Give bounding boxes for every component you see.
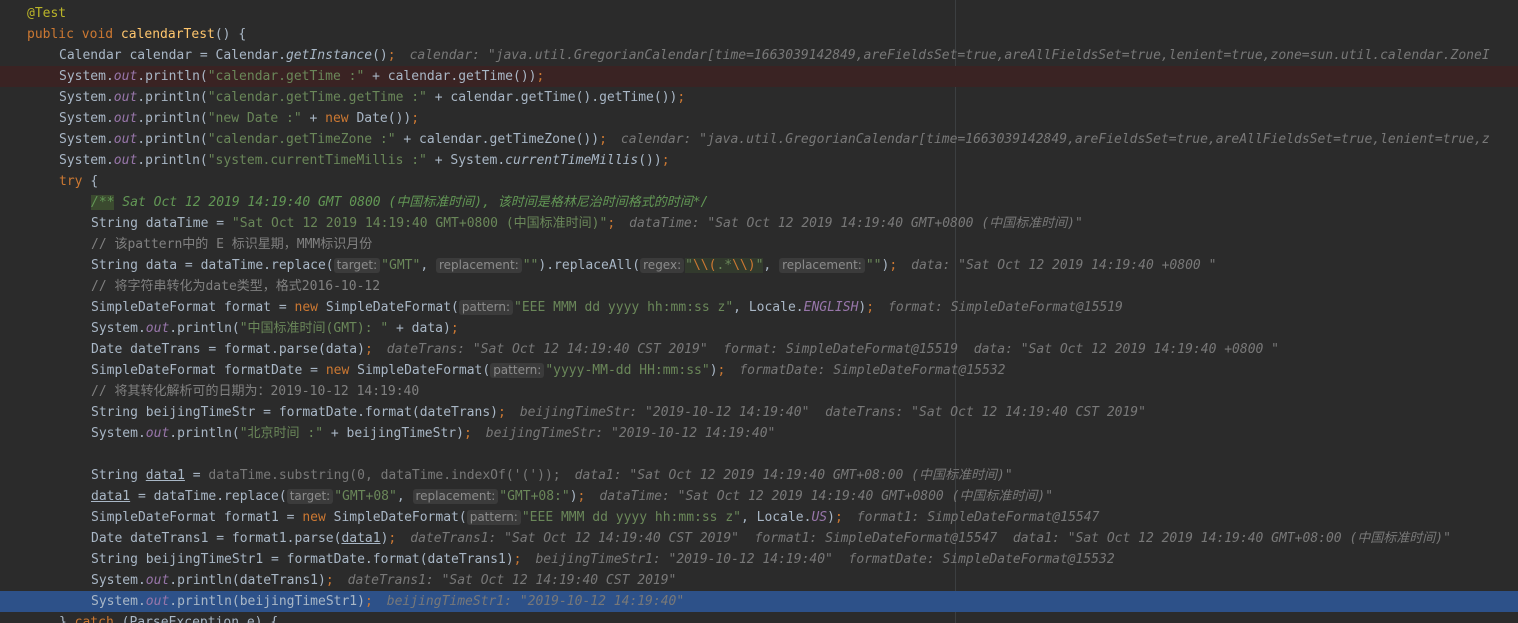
code-line[interactable]: try { bbox=[0, 171, 1518, 192]
param-hint: replacement: bbox=[779, 258, 865, 273]
code-text: System.out.println("system.currentTimeMi… bbox=[59, 153, 670, 168]
line-comment: // 该pattern中的 E 标识星期，MMM标识月份 bbox=[91, 237, 373, 252]
code-line[interactable]: System.out.println("calendar.getTimeZone… bbox=[0, 129, 1518, 150]
code-text: data1 = dataTime.replace(target: "GMT+08"… bbox=[91, 489, 1054, 504]
code-text: String beijingTimeStr = formatDate.forma… bbox=[91, 405, 1146, 420]
inline-debug-value: dateTrans: "Sat Oct 12 14:19:40 CST 2019… bbox=[386, 342, 1280, 357]
inline-debug-value: beijingTimeStr1: "2019-10-12 14:19:40" f… bbox=[535, 552, 1115, 567]
code-line[interactable]: String data1 = dataTime.substring(0, dat… bbox=[0, 465, 1518, 486]
param-hint: pattern: bbox=[466, 510, 521, 525]
code-text: System.out.println("中国标准时间(GMT): " + dat… bbox=[91, 321, 459, 336]
code-line[interactable]: SimpleDateFormat format1 = new SimpleDat… bbox=[0, 507, 1518, 528]
inline-debug-value: formatDate: SimpleDateFormat@15532 bbox=[739, 363, 1006, 378]
param-hint: replacement: bbox=[435, 258, 522, 273]
code-line[interactable]: String data = dataTime.replace(target: "G… bbox=[0, 255, 1518, 276]
code-line[interactable]: SimpleDateFormat formatDate = new Simple… bbox=[0, 360, 1518, 381]
code-text: String dataTime = "Sat Oct 12 2019 14:19… bbox=[91, 216, 1083, 231]
code-text: System.out.println("new Date :" + new Da… bbox=[59, 111, 420, 126]
inline-debug-value: dateTrans1: "Sat Oct 12 14:19:40 CST 201… bbox=[347, 573, 677, 588]
inline-debug-value: data1: "Sat Oct 12 2019 14:19:40 GMT+08:… bbox=[574, 468, 1013, 483]
inline-debug-value: calendar: "java.util.GregorianCalendar[t… bbox=[409, 48, 1490, 63]
code-text: Calendar calendar = Calendar.getInstance… bbox=[59, 48, 1490, 63]
inline-debug-value: dataTime: "Sat Oct 12 2019 14:19:40 GMT+… bbox=[599, 489, 1054, 504]
param-hint: replacement: bbox=[412, 489, 499, 504]
inline-debug-value: beijingTimeStr: "2019-10-12 14:19:40" bbox=[485, 426, 776, 441]
inline-debug-value: format1: SimpleDateFormat@15547 bbox=[856, 510, 1100, 525]
code-line[interactable]: @Test bbox=[0, 3, 1518, 24]
code-text: System.out.println("calendar.getTimeZone… bbox=[59, 132, 1490, 147]
inline-debug-value: calendar: "java.util.GregorianCalendar[t… bbox=[620, 132, 1490, 147]
code-line[interactable]: // 将其转化解析可的日期为：2019-10-12 14:19:40 bbox=[0, 381, 1518, 402]
code-text: System.out.println(dateTrans1); dateTrans… bbox=[91, 573, 677, 588]
code-line[interactable]: System.out.println("calendar.getTime.get… bbox=[0, 87, 1518, 108]
inline-debug-value: format: SimpleDateFormat@15519 bbox=[888, 300, 1123, 315]
code-line[interactable]: System.out.println("new Date :" + new Da… bbox=[0, 108, 1518, 129]
code-line[interactable]: /** Sat Oct 12 2019 14:19:40 GMT 0800 (中… bbox=[0, 192, 1518, 213]
code-line[interactable]: SimpleDateFormat format = new SimpleDate… bbox=[0, 297, 1518, 318]
code-line[interactable]: System.out.println("北京时间 :" + beijingTim… bbox=[0, 423, 1518, 444]
code-line[interactable]: // 将字符串转化为date类型，格式2016-10-12 bbox=[0, 276, 1518, 297]
code-line[interactable]: Date dateTrans1 = format1.parse(data1); d… bbox=[0, 528, 1518, 549]
code-editor[interactable]: @Test public void calendarTest() { Calen… bbox=[0, 0, 1518, 623]
param-hint: target: bbox=[286, 489, 334, 504]
code-line[interactable]: String dataTime = "Sat Oct 12 2019 14:19… bbox=[0, 213, 1518, 234]
inline-debug-value: beijingTimeStr: "2019-10-12 14:19:40" da… bbox=[519, 405, 1146, 420]
code-text: SimpleDateFormat formatDate = new Simple… bbox=[91, 363, 1006, 378]
line-comment: // 将其转化解析可的日期为：2019-10-12 14:19:40 bbox=[91, 384, 420, 399]
code-line[interactable]: public void calendarTest() { bbox=[0, 24, 1518, 45]
code-line[interactable]: Calendar calendar = Calendar.getInstance… bbox=[0, 45, 1518, 66]
code-text: String data1 = dataTime.substring(0, dat… bbox=[91, 468, 1013, 483]
code-line[interactable]: Date dateTrans = format.parse(data); date… bbox=[0, 339, 1518, 360]
code-line[interactable]: } catch (ParseException e) { bbox=[0, 612, 1518, 623]
code-text: System.out.println("calendar.getTime :" … bbox=[59, 69, 545, 84]
code-text: try { bbox=[59, 174, 99, 189]
code-line[interactable]: System.out.println("中国标准时间(GMT): " + dat… bbox=[0, 318, 1518, 339]
param-hint: regex: bbox=[640, 258, 685, 273]
code-text: public void calendarTest() { bbox=[27, 27, 247, 42]
code-text: Date dateTrans = format.parse(data); date… bbox=[91, 342, 1280, 357]
param-hint: pattern: bbox=[458, 300, 514, 315]
code-line[interactable]: data1 = dataTime.replace(target: "GMT+08"… bbox=[0, 486, 1518, 507]
annotation: @Test bbox=[27, 6, 67, 21]
inline-debug-value: data: "Sat Oct 12 2019 14:19:40 +0800 " bbox=[911, 258, 1217, 273]
code-line[interactable]: // 该pattern中的 E 标识星期，MMM标识月份 bbox=[0, 234, 1518, 255]
code-text: Date dateTrans1 = format1.parse(data1); d… bbox=[91, 531, 1451, 546]
doc-comment: /** Sat Oct 12 2019 14:19:40 GMT 0800 (中… bbox=[91, 195, 709, 210]
code-line[interactable]: String beijingTimeStr = formatDate.forma… bbox=[0, 402, 1518, 423]
code-line[interactable]: System.out.println("system.currentTimeMi… bbox=[0, 150, 1518, 171]
param-hint: pattern: bbox=[490, 363, 545, 378]
code-text: System.out.println("北京时间 :" + beijingTim… bbox=[91, 426, 776, 441]
inline-debug-value: dateTrans1: "Sat Oct 12 14:19:40 CST 201… bbox=[410, 531, 1451, 546]
inline-debug-value: beijingTimeStr1: "2019-10-12 14:19:40" bbox=[386, 594, 685, 609]
param-hint: target: bbox=[333, 258, 381, 273]
code-text: System.out.println(beijingTimeStr1); beij… bbox=[91, 594, 685, 609]
code-text: SimpleDateFormat format1 = new SimpleDat… bbox=[91, 510, 1100, 525]
code-line[interactable]: System.out.println(dateTrans1); dateTrans… bbox=[0, 570, 1518, 591]
line-comment: // 将字符串转化为date类型，格式2016-10-12 bbox=[91, 279, 381, 294]
code-text: } catch (ParseException e) { bbox=[59, 615, 279, 623]
code-text: String data = dataTime.replace(target: "G… bbox=[91, 258, 1217, 273]
code-line-empty[interactable] bbox=[0, 444, 1518, 465]
code-line-breakpoint[interactable]: System.out.println("calendar.getTime :" … bbox=[0, 66, 1518, 87]
code-text: String beijingTimeStr1 = formatDate.form… bbox=[91, 552, 1115, 567]
code-line[interactable]: String beijingTimeStr1 = formatDate.form… bbox=[0, 549, 1518, 570]
code-text: System.out.println("calendar.getTime.get… bbox=[59, 90, 686, 105]
inline-debug-value: dataTime: "Sat Oct 12 2019 14:19:40 GMT+… bbox=[629, 216, 1083, 231]
code-line-current-execution[interactable]: System.out.println(beijingTimeStr1); beij… bbox=[0, 591, 1518, 612]
code-text: SimpleDateFormat format = new SimpleDate… bbox=[91, 300, 1123, 315]
